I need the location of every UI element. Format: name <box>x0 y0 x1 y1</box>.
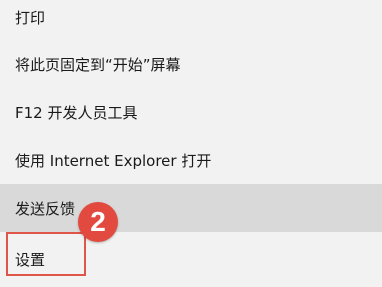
menu-item-print[interactable]: 打印 <box>0 0 382 34</box>
menu-item-label: 设置 <box>15 251 46 269</box>
menu-item-send-feedback[interactable]: 发送反馈 <box>0 184 382 232</box>
context-menu: 打印 将此页固定到“开始”屏幕 F12 开发人员工具 使用 Internet E… <box>0 0 382 287</box>
menu-item-settings[interactable]: 设置 <box>0 232 382 287</box>
menu-item-open-with-ie[interactable]: 使用 Internet Explorer 打开 <box>0 136 382 184</box>
menu-item-label: 发送反馈 <box>15 199 76 218</box>
menu-item-label: 使用 Internet Explorer 打开 <box>15 151 212 170</box>
menu-item-f12-dev-tools[interactable]: F12 开发人员工具 <box>0 88 382 136</box>
menu-item-label: F12 开发人员工具 <box>15 103 138 122</box>
menu-item-label: 将此页固定到“开始”屏幕 <box>15 55 181 74</box>
menu-item-pin-to-start[interactable]: 将此页固定到“开始”屏幕 <box>0 40 382 88</box>
step-number-badge: 2 <box>78 202 118 242</box>
menu-item-label: 打印 <box>15 8 46 27</box>
